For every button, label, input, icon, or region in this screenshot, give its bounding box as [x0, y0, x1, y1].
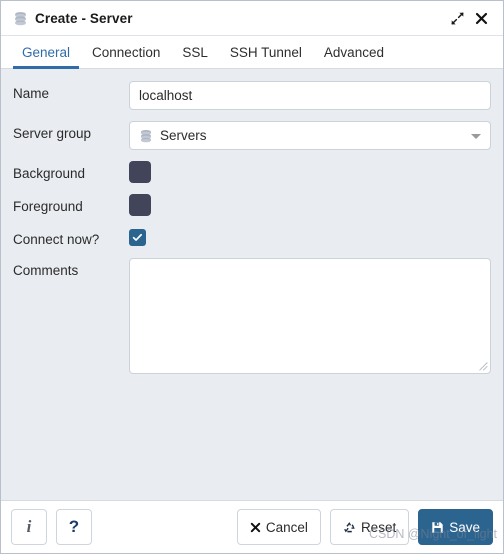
comments-field-wrap: [129, 258, 491, 374]
name-field-wrap: [129, 81, 491, 110]
server-group-label: Server group: [13, 126, 92, 141]
save-button[interactable]: Save: [418, 509, 493, 545]
background-color-swatch[interactable]: [129, 161, 151, 183]
save-button-label: Save: [449, 519, 480, 535]
connect-now-checkbox[interactable]: [129, 229, 146, 246]
comments-textarea[interactable]: [129, 258, 491, 374]
background-label: Background: [13, 166, 86, 181]
tab-connection-label: Connection: [92, 44, 161, 60]
tab-general[interactable]: General: [11, 36, 81, 69]
recycle-icon: [343, 521, 356, 534]
foreground-label: Foreground: [13, 199, 83, 214]
server-group-field-wrap: Servers: [129, 121, 491, 150]
help-button[interactable]: ?: [56, 509, 92, 545]
info-button-label: i: [26, 517, 32, 536]
dialog-footer: i ? Cancel Reset Save: [1, 500, 503, 553]
floppy-disk-icon: [431, 521, 444, 534]
check-icon: [132, 233, 143, 241]
tab-ssl[interactable]: SSL: [171, 36, 219, 68]
general-tab-panel: Name Server group: [1, 69, 503, 500]
create-server-dialog: Create - Server General Connection SSL S…: [0, 0, 504, 554]
server-group-select[interactable]: Servers: [129, 121, 491, 150]
reset-button-label: Reset: [360, 519, 397, 535]
server-group-value: Servers: [160, 128, 207, 143]
name-input[interactable]: [129, 81, 491, 110]
chevron-down-icon: [471, 133, 481, 139]
cancel-button[interactable]: Cancel: [236, 509, 321, 545]
tab-advanced-label: Advanced: [323, 44, 384, 60]
expand-diagonal-icon[interactable]: [445, 6, 469, 30]
tab-general-label: General: [22, 44, 71, 60]
field-row-comments: Comments: [13, 258, 491, 374]
server-stack-icon: [141, 129, 151, 142]
field-row-server-group: Server group Servers: [13, 121, 491, 150]
titlebar: Create - Server: [1, 1, 503, 36]
close-x-icon: [250, 522, 261, 533]
tab-ssh-tunnel[interactable]: SSH Tunnel: [219, 36, 313, 68]
tab-ssh-tunnel-label: SSH Tunnel: [229, 44, 302, 60]
field-row-foreground: Foreground: [13, 194, 491, 216]
server-stack-icon: [15, 11, 26, 25]
info-button[interactable]: i: [11, 509, 47, 545]
window-title: Create - Server: [35, 10, 133, 26]
connect-now-field-wrap: [129, 227, 491, 246]
background-field-wrap: [129, 161, 491, 183]
tab-advanced[interactable]: Advanced: [313, 36, 395, 68]
tabbar: General Connection SSL SSH Tunnel Advanc…: [1, 36, 503, 69]
foreground-color-swatch[interactable]: [129, 194, 151, 216]
comments-label: Comments: [13, 263, 79, 278]
reset-button[interactable]: Reset: [329, 509, 410, 545]
connect-now-label: Connect now?: [13, 232, 100, 247]
help-button-label: ?: [68, 517, 80, 536]
close-icon[interactable]: [469, 6, 493, 30]
field-row-background: Background: [13, 161, 491, 183]
tab-connection[interactable]: Connection: [81, 36, 171, 68]
foreground-field-wrap: [129, 194, 491, 216]
tab-ssl-label: SSL: [182, 44, 208, 60]
field-row-connect-now: Connect now?: [13, 227, 491, 247]
cancel-button-label: Cancel: [265, 519, 308, 535]
field-row-name: Name: [13, 81, 491, 110]
name-label: Name: [13, 86, 50, 101]
